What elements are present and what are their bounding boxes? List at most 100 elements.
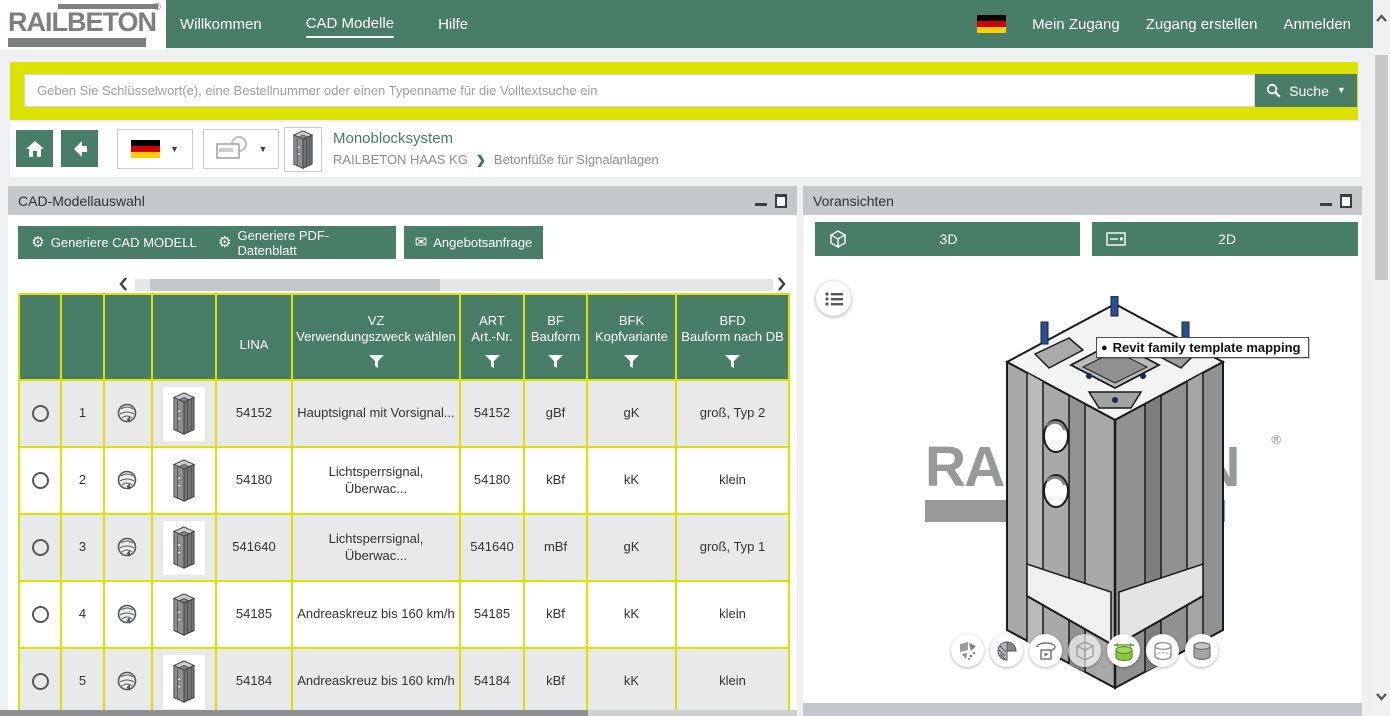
breadcrumb-company[interactable]: RAILBETON HAAS KG [333,152,468,167]
product-title[interactable]: Monoblocksystem [333,130,659,147]
cell-bfd: groß, Typ 1 [677,515,788,580]
cell-art: 54184 [461,649,523,714]
row-preview-cell [105,381,151,446]
back-button[interactable] [61,130,98,167]
scrollbar-thumb[interactable] [150,279,440,291]
explode-icon [957,640,979,662]
scrollbar-thumb[interactable] [1375,55,1388,280]
cell-lina: 54184 [217,649,291,714]
tooltip-text: Revit family template mapping [1113,340,1301,355]
transparent-view-button[interactable] [1068,634,1101,667]
main-navigation: Willkommen CAD Modelle Hilfe [180,0,468,48]
table-horizontal-scrollbar[interactable] [135,279,773,291]
model-thumbnail[interactable] [163,454,205,508]
list-icon [825,291,843,307]
page-horizontal-scrollbar[interactable] [0,710,797,716]
nav-mein-zugang[interactable]: Mein Zugang [1032,16,1120,33]
nav-willkommen[interactable]: Willkommen [180,12,262,37]
quote-request-button[interactable]: ✉ Angebotsanfrage [404,226,543,259]
scrollbar-thumb[interactable] [0,710,588,716]
generate-cad-model-button[interactable]: ⚙ Generiere CAD MODELL [18,226,210,259]
search-button[interactable]: Suche ▼ [1255,74,1357,107]
col-header-select [20,295,60,379]
cell-lina: 54185 [217,582,291,647]
filter-icon[interactable] [624,355,639,369]
breadcrumb: Monoblocksystem RAILBETON HAAS KG ❯ Beto… [333,130,659,167]
filter-icon[interactable] [725,355,740,369]
scroll-left-icon[interactable] [116,276,132,292]
breadcrumb-path: RAILBETON HAAS KG ❯ Betonfüße für Signal… [333,152,659,167]
col-header-bf: BFBauform [525,295,586,379]
model-thumbnail[interactable] [163,521,205,575]
cad-model-selection-panel: CAD-Modellauswahl ⚙ Generiere CAD MODELL… [8,186,797,716]
load-3d-preview-icon[interactable] [116,603,140,627]
table-row-select [20,448,60,513]
row-radio-button[interactable] [32,673,49,690]
next-panel-header-partial [803,703,1362,716]
catalog-dropdown[interactable]: ▼ [203,129,279,169]
load-3d-preview-icon[interactable] [116,402,140,426]
page-vertical-scrollbar[interactable] [1373,0,1390,716]
account-navigation: Mein Zugang Zugang erstellen Anmelden [977,0,1351,48]
measure-view-button[interactable] [1107,634,1140,667]
section-view-button[interactable] [990,634,1023,667]
railbeton-logo[interactable]: RAILBETON ® [0,0,166,50]
load-3d-preview-icon[interactable] [116,536,140,560]
nav-hilfe[interactable]: Hilfe [438,12,468,37]
view-3d-button[interactable]: 3D [815,222,1080,256]
row-radio-button[interactable] [32,539,49,556]
nav-cad-modelle[interactable]: CAD Modelle [306,11,394,38]
measure-cylinder-icon [1112,640,1136,662]
wireframe-view-button[interactable] [1146,634,1179,667]
row-radio-button[interactable] [32,606,49,623]
right-panel-title: Voransichten [813,193,894,209]
scroll-up-icon[interactable] [1375,12,1388,25]
breadcrumb-category[interactable]: Betonfüße für Signalanlagen [494,152,659,167]
scroll-right-icon[interactable] [773,276,789,292]
row-preview-cell [105,448,151,513]
load-3d-preview-icon[interactable] [116,469,140,493]
envelope-icon: ✉ [415,235,428,250]
section-icon [996,640,1018,662]
nav-anmelden[interactable]: Anmelden [1283,16,1351,33]
row-preview-cell [105,649,151,714]
cell-art: 541640 [461,515,523,580]
language-dropdown[interactable]: ▼ [117,129,193,169]
minimize-icon[interactable] [1320,203,1332,206]
row-thumbnail-cell [153,381,215,446]
row-radio-button[interactable] [32,405,49,422]
german-flag-icon[interactable] [977,15,1006,33]
shaded-view-button[interactable] [1185,634,1218,667]
breadcrumb-separator-icon: ❯ [476,153,486,167]
generate-pdf-datasheet-button[interactable]: ⚙ Generiere PDF-Datenblatt [208,226,396,259]
view-options-list-button[interactable] [816,281,851,316]
load-3d-preview-icon[interactable] [116,670,140,694]
viewer-toolbar [951,634,1218,667]
home-button[interactable] [16,130,53,167]
nav-zugang-erstellen[interactable]: Zugang erstellen [1146,16,1258,33]
filter-icon[interactable] [485,355,500,369]
scroll-down-icon[interactable] [1375,690,1388,703]
view-2d-button[interactable]: 2D [1092,222,1358,256]
gear-icon: ⚙ [31,235,44,250]
cell-bfk: gK [588,381,675,446]
maximize-icon[interactable] [775,194,787,208]
model-thumbnail[interactable] [163,588,205,642]
filter-icon[interactable] [548,355,563,369]
product-thumbnail[interactable] [284,127,322,172]
cell-vz: Lichtsperrsignal, Überwac... [293,515,459,580]
search-options-caret-icon[interactable]: ▼ [1337,86,1346,95]
turntable-animation-button[interactable] [1029,634,1062,667]
model-thumbnail[interactable] [163,387,205,441]
wireframe-cylinder-icon [1151,640,1175,662]
search-input[interactable] [24,74,1255,107]
minimize-icon[interactable] [755,203,767,206]
model-thumbnail[interactable] [163,655,205,709]
filter-icon[interactable] [369,355,384,369]
cell-bfk: kK [588,448,675,513]
explode-view-button[interactable] [951,634,984,667]
row-radio-button[interactable] [32,472,49,489]
maximize-icon[interactable] [1340,194,1352,208]
generate-pdf-datasheet-label: Generiere PDF-Datenblatt [237,228,386,258]
view-3d-label: 3D [847,231,1050,247]
